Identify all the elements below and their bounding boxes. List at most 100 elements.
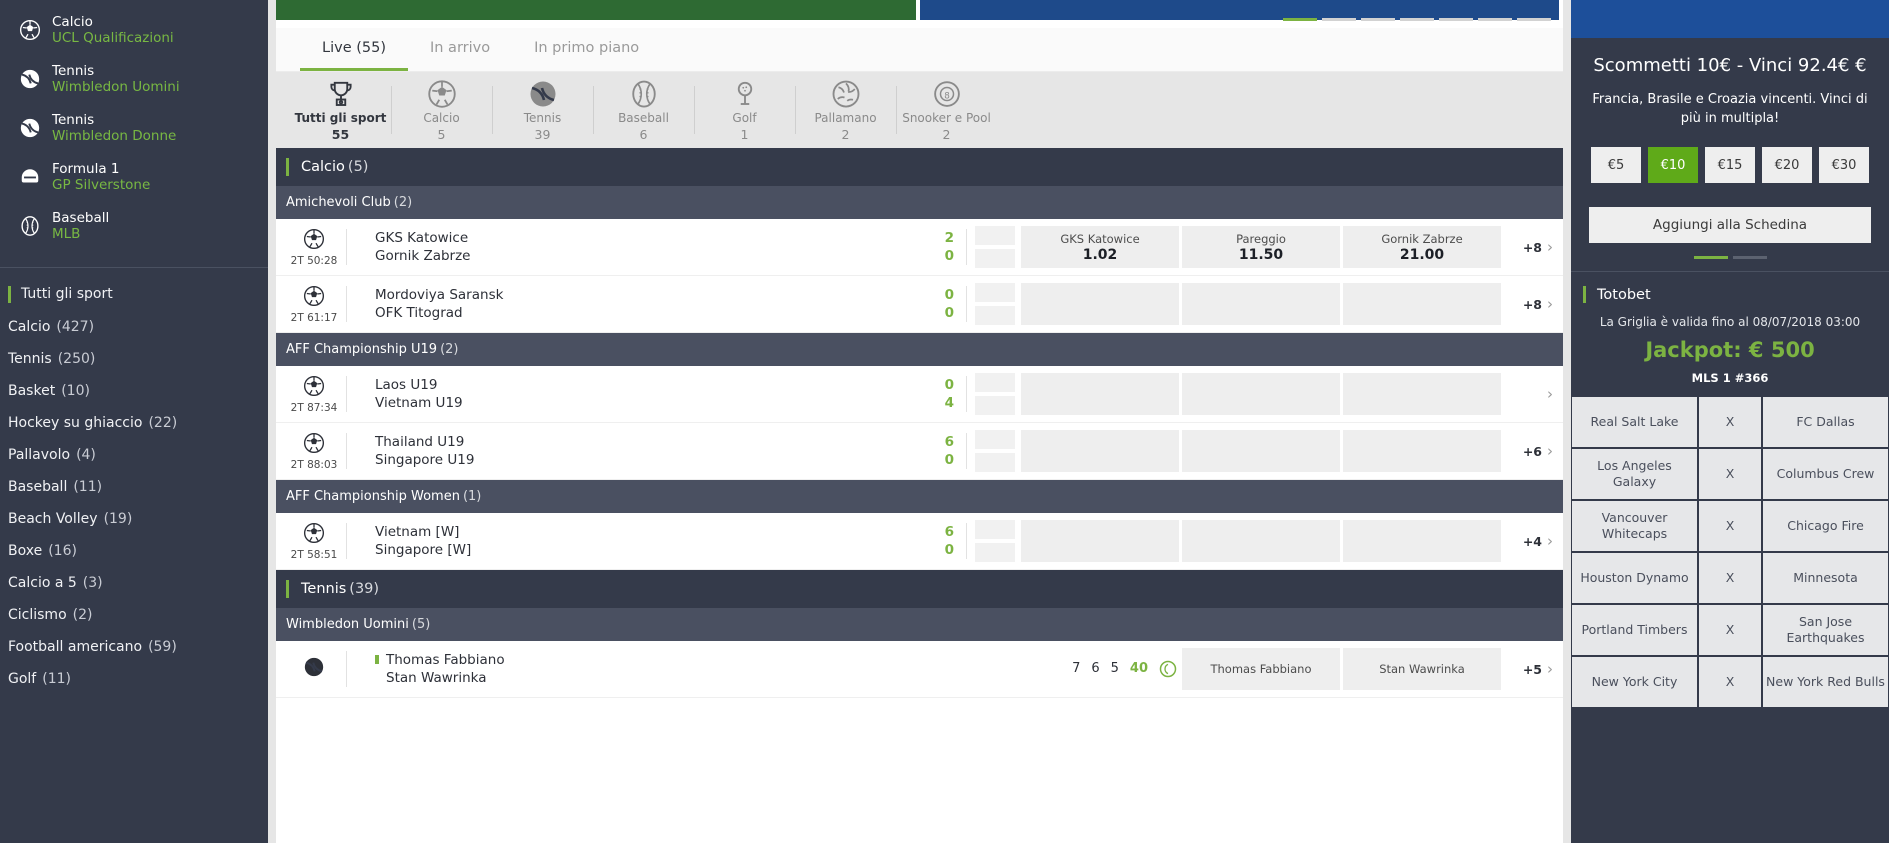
sidebar-item-calcio[interactable]: Calcio (427) [0,311,268,343]
tab-in-arrivo[interactable]: In arrivo [408,28,512,71]
stake-amount-15[interactable]: €15 [1705,147,1755,184]
totobet-home-pick[interactable]: New York City [1572,657,1697,708]
totobet-away-pick[interactable]: FC Dallas [1763,397,1888,448]
odd-button[interactable] [1182,430,1340,472]
carousel-dot[interactable] [1517,18,1551,21]
promo-dot[interactable] [1732,256,1767,260]
sidebar-item-ciclismo[interactable]: Ciclismo (2) [0,599,268,631]
stake-amount-20[interactable]: €20 [1762,147,1812,184]
carousel-dot[interactable] [1400,18,1434,21]
odd-button[interactable] [1182,520,1340,562]
sport-filter-tennis[interactable]: Tennis 39 [492,74,593,146]
sport-filter-calcio[interactable]: Calcio 5 [391,74,492,146]
totobet-home-pick[interactable]: Los Angeles Galaxy [1572,449,1697,500]
totobet-home-pick[interactable]: Vancouver Whitecaps [1572,501,1697,552]
league-header[interactable]: AFF Championship U19 (2) [276,333,1563,366]
odd-button[interactable]: GKS Katowice 1.02 [1021,226,1179,268]
match-row[interactable]: 2T 61:17 Mordoviya Saransk OFK Titograd 0 0 +… [276,276,1563,333]
odd-button[interactable] [1021,283,1179,325]
sport-filter-golf[interactable]: Golf 1 [694,74,795,146]
featured-event-2[interactable]: Tennis Wimbledon Uomini [0,55,268,104]
match-row[interactable]: 2T 50:28 GKS Katowice Gornik Zabrze 2 0 GKS K… [276,219,1563,276]
carousel-dot[interactable] [1283,18,1317,21]
more-markets-button[interactable]: › [1501,385,1563,403]
league-header[interactable]: Wimbledon Uomini (5) [276,608,1563,641]
sidebar-item-basket[interactable]: Basket (10) [0,375,268,407]
sidebar-item-calcio-a-5[interactable]: Calcio a 5 (3) [0,567,268,599]
promo-dot[interactable] [1693,256,1728,260]
sidebar-item-football-americano[interactable]: Football americano (59) [0,631,268,663]
odd-button[interactable] [1021,373,1179,415]
totobet-draw-pick[interactable]: X [1699,605,1761,656]
totobet-home-pick[interactable]: Houston Dynamo [1572,553,1697,604]
totobet-away-pick[interactable]: New York Red Bulls [1763,657,1888,708]
top-banner-carousel[interactable] [276,0,1563,28]
totobet-away-pick[interactable]: San Jose Earthquakes [1763,605,1888,656]
totobet-home-pick[interactable]: Portland Timbers [1572,605,1697,656]
featured-event-4[interactable]: Formula 1 GP Silverstone [0,153,268,202]
add-to-betslip-button[interactable]: Aggiungi alla Schedina [1589,207,1871,244]
sport-filter-snooker-e-pool[interactable]: 8 Snooker e Pool 2 [896,74,997,146]
carousel-dot[interactable] [1478,18,1512,21]
odd-button[interactable] [1343,373,1501,415]
stake-amount-5[interactable]: €5 [1591,147,1641,184]
odd-button[interactable]: Gornik Zabrze 21.00 [1343,226,1501,268]
section-header-calcio[interactable]: Calcio (5) [276,148,1563,186]
featured-event-1[interactable]: Calcio UCL Qualificazioni [0,6,268,55]
more-markets-button[interactable]: +6 › [1501,442,1563,460]
odd-button[interactable]: Stan Wawrinka [1343,648,1501,690]
sidebar-item-tennis[interactable]: Tennis (250) [0,343,268,375]
more-markets-button[interactable]: +8 › [1501,295,1563,313]
more-markets-button[interactable]: +8 › [1501,238,1563,256]
sport-filter-baseball[interactable]: Baseball 6 [593,74,694,146]
odd-button[interactable] [1182,283,1340,325]
sidebar-item-beach-volley[interactable]: Beach Volley (19) [0,503,268,535]
match-row[interactable]: 2T 87:34 Laos U19 Vietnam U19 0 4 › [276,366,1563,423]
match-row[interactable]: 2T 58:51 Vietnam [W] Singapore [W] 6 0 +4 › [276,513,1563,570]
totobet-home-pick[interactable]: Real Salt Lake [1572,397,1697,448]
totobet-draw-pick[interactable]: X [1699,657,1761,708]
odd-button[interactable] [1343,430,1501,472]
match-row[interactable]: Thomas Fabbiano Stan Wawrinka 7 6 5 40 Thomas … [276,641,1563,698]
odd-button[interactable] [1182,373,1340,415]
totobet-draw-pick[interactable]: X [1699,553,1761,604]
stake-amount-30[interactable]: €30 [1819,147,1869,184]
more-markets-button[interactable]: +4 › [1501,532,1563,550]
carousel-dot[interactable] [1322,18,1356,21]
sidebar-item-pallavolo[interactable]: Pallavolo (4) [0,439,268,471]
featured-event-3[interactable]: Tennis Wimbledon Donne [0,104,268,153]
totobet-draw-pick[interactable]: X [1699,501,1761,552]
carousel-dot[interactable] [1361,18,1395,21]
league-header[interactable]: Amichevoli Club (2) [276,186,1563,219]
tab-in-primo-piano[interactable]: In primo piano [512,28,661,71]
sidebar-item-golf[interactable]: Golf (11) [0,663,268,695]
banner-slide-2[interactable] [919,0,1559,20]
totobet-draw-pick[interactable]: X [1699,397,1761,448]
promo-carousel-dots[interactable] [1571,256,1889,260]
stake-amount-10[interactable]: €10 [1648,147,1698,184]
sport-filter-tutti-gli-sport[interactable]: Tutti gli sport 55 [290,74,391,146]
totobet-draw-pick[interactable]: X [1699,449,1761,500]
totobet-away-pick[interactable]: Columbus Crew [1763,449,1888,500]
league-header[interactable]: AFF Championship Women (1) [276,480,1563,513]
odd-button[interactable] [1343,520,1501,562]
carousel-dot[interactable] [1439,18,1473,21]
carousel-dots[interactable] [1283,18,1551,21]
featured-event-5[interactable]: Baseball MLB [0,202,268,251]
sport-filter-pallamano[interactable]: Pallamano 2 [795,74,896,146]
odd-button[interactable]: Pareggio 11.50 [1182,226,1340,268]
more-markets-button[interactable]: +5 › [1501,660,1563,678]
totobet-away-pick[interactable]: Chicago Fire [1763,501,1888,552]
section-header-tennis[interactable]: Tennis (39) [276,570,1563,608]
sidebar-item-hockey-su-ghiaccio[interactable]: Hockey su ghiaccio (22) [0,407,268,439]
sidebar-item-boxe[interactable]: Boxe (16) [0,535,268,567]
odd-button[interactable] [1021,520,1179,562]
sidebar-item-baseball[interactable]: Baseball (11) [0,471,268,503]
odd-button[interactable] [1021,430,1179,472]
odd-button[interactable] [1343,283,1501,325]
tab-live-55[interactable]: Live (55) [300,28,408,71]
totobet-away-pick[interactable]: Minnesota [1763,553,1888,604]
odd-button[interactable]: Thomas Fabbiano [1182,648,1340,690]
sidebar-item-all-sports[interactable]: Tutti gli sport [0,278,268,311]
match-row[interactable]: 2T 88:03 Thailand U19 Singapore U19 6 0 +6 › [276,423,1563,480]
